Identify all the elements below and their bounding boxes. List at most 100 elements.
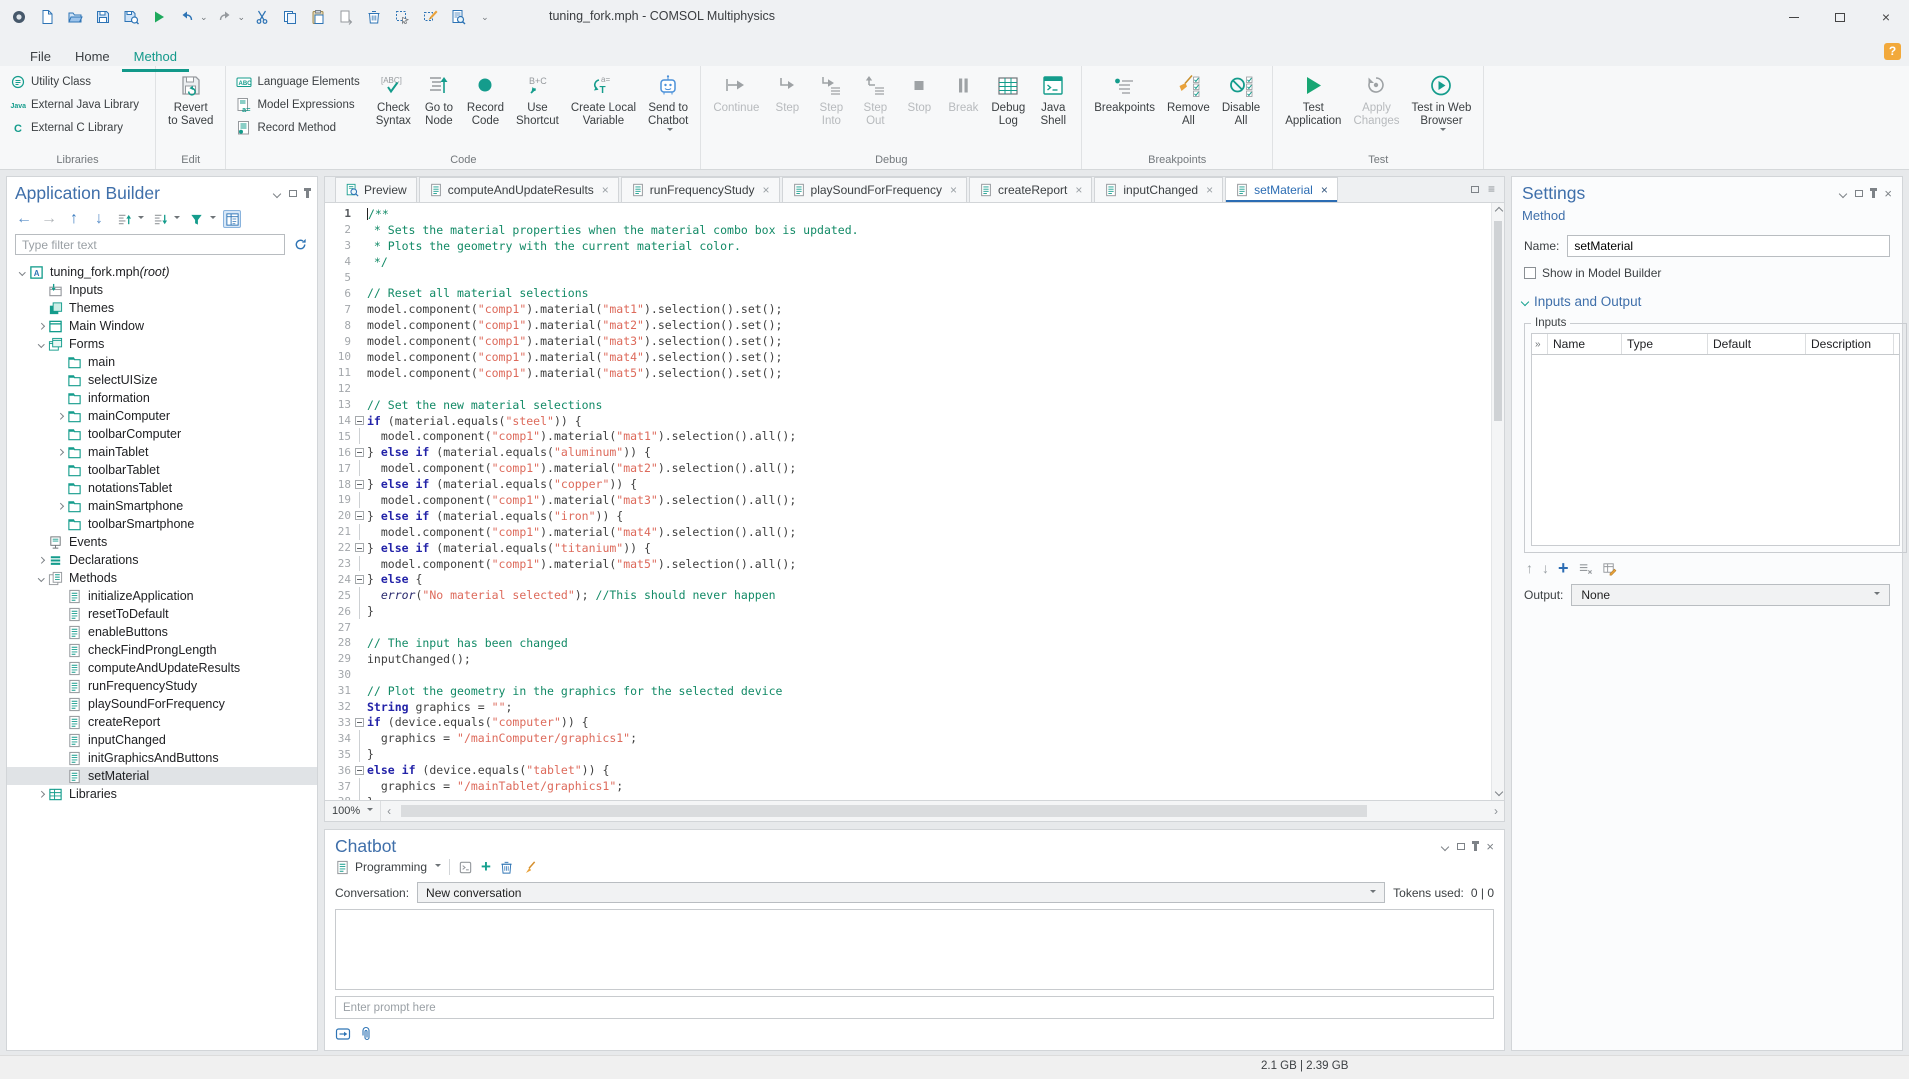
ribbon-button-remove-all[interactable]: Remove All <box>1161 71 1216 130</box>
fold-toggle-icon[interactable] <box>355 448 364 457</box>
fold-toggle-icon[interactable] <box>355 766 364 775</box>
ribbon-button-stop[interactable]: Stop <box>897 71 941 117</box>
ribbon-button-test-in-web-browser[interactable]: Test in Web Browser <box>1406 71 1478 136</box>
code-line[interactable]: 32String graphics = ""; <box>325 699 1491 715</box>
code-line[interactable]: 35} <box>325 746 1491 762</box>
tree-item-createreport[interactable]: createReport <box>7 713 317 731</box>
cut-icon[interactable] <box>251 6 273 28</box>
method-name-input[interactable] <box>1567 235 1890 257</box>
code-line[interactable]: 23 model.component("comp1").material("ma… <box>325 556 1491 572</box>
settings-close-icon[interactable]: × <box>1884 189 1892 199</box>
ribbon-button-record-code[interactable]: Record Code <box>461 71 510 130</box>
move-down-icon[interactable]: ↓ <box>90 210 108 228</box>
redo-dropdown-icon[interactable]: ⌄ <box>238 12 246 23</box>
minimize-button[interactable] <box>1771 0 1817 34</box>
code-line[interactable]: 22} else if (material.equals("titanium")… <box>325 540 1491 556</box>
save-icon[interactable] <box>92 6 114 28</box>
ribbon-button-disable-all[interactable]: Disable All <box>1216 71 1266 130</box>
code-line[interactable]: 30 <box>325 667 1491 683</box>
code-line[interactable]: 4 */ <box>325 254 1491 270</box>
maximize-button[interactable] <box>1817 0 1863 34</box>
vertical-scrollbar[interactable] <box>1491 203 1504 800</box>
tree-filter-input[interactable] <box>15 234 285 255</box>
highlight-selection-icon[interactable] <box>419 6 441 28</box>
tree-item-inputs[interactable]: Inputs <box>7 281 317 299</box>
tree-item-runfrequencystudy[interactable]: runFrequencyStudy <box>7 677 317 695</box>
delete-icon[interactable] <box>363 6 385 28</box>
tree-item-methods[interactable]: Methods <box>7 569 317 587</box>
show-all-toggle-icon[interactable] <box>223 210 241 228</box>
code-line[interactable]: 37 graphics = "/mainTablet/graphics1"; <box>325 778 1491 794</box>
chatbot-close-icon[interactable]: × <box>1486 842 1494 852</box>
tree-item-forms[interactable]: Forms <box>7 335 317 353</box>
ribbon-button-test-application[interactable]: Test Application <box>1279 71 1347 130</box>
fold-toggle-icon[interactable] <box>355 718 364 727</box>
ribbon-button-step-into[interactable]: Step Into <box>809 71 853 130</box>
expander-icon[interactable] <box>53 414 67 419</box>
tree-item-information[interactable]: information <box>7 389 317 407</box>
expander-icon[interactable] <box>53 450 67 455</box>
expander-icon[interactable] <box>15 270 29 275</box>
expander-icon[interactable] <box>34 792 48 797</box>
tree-item-libraries[interactable]: Libraries <box>7 785 317 803</box>
ribbon-button-external-java-library[interactable]: JavaExternal Java Library <box>6 94 143 115</box>
float-panel-icon[interactable] <box>289 190 297 197</box>
move-input-down-icon[interactable]: ↓ <box>1542 560 1549 576</box>
code-line[interactable]: 16} else if (material.equals("aluminum")… <box>325 444 1491 460</box>
undo-dropdown-icon[interactable]: ⌄ <box>200 12 208 23</box>
tree-item-resettodefault[interactable]: resetToDefault <box>7 605 317 623</box>
ribbon-button-java-shell[interactable]: Java Shell <box>1031 71 1075 130</box>
refresh-icon[interactable] <box>291 236 309 254</box>
menu-tab-method[interactable]: Method <box>122 43 189 72</box>
tree-item-declarations[interactable]: Declarations <box>7 551 317 569</box>
tree-item-playsoundforfrequency[interactable]: playSoundForFrequency <box>7 695 317 713</box>
code-line[interactable]: 7model.component("comp1").material("mat1… <box>325 301 1491 317</box>
code-line[interactable]: 24} else { <box>325 571 1491 587</box>
conversation-dropdown[interactable]: New conversation <box>417 882 1385 903</box>
code-line[interactable]: 15 model.component("comp1").material("ma… <box>325 428 1491 444</box>
inputs-and-output-section-header[interactable]: Inputs and Output <box>1512 280 1902 309</box>
ribbon-button-apply-changes[interactable]: Apply Changes <box>1347 71 1405 130</box>
ribbon-button-model-expressions[interactable]: a=Model Expressions <box>232 94 363 115</box>
editor-tab-setmaterial[interactable]: setMaterial× <box>1225 177 1338 202</box>
undo-icon[interactable] <box>176 6 198 28</box>
tree-item-initgraphicsandbuttons[interactable]: initGraphicsAndButtons <box>7 749 317 767</box>
tree-item-toolbartablet[interactable]: toolbarTablet <box>7 461 317 479</box>
tree-item-mainsmartphone[interactable]: mainSmartphone <box>7 497 317 515</box>
comsol-logo-icon[interactable] <box>8 6 30 28</box>
zoom-level-control[interactable]: 100% <box>325 801 381 821</box>
code-line[interactable]: 31// Plot the geometry in the graphics f… <box>325 683 1491 699</box>
filter-icon[interactable] <box>187 210 205 228</box>
editor-tab-runfrequencystudy[interactable]: runFrequencyStudy× <box>621 177 780 202</box>
add-input-icon[interactable]: + <box>1558 562 1569 574</box>
tree-item-events[interactable]: Events <box>7 533 317 551</box>
vertical-scrollbar-thumb[interactable] <box>1494 221 1502 421</box>
code-line[interactable]: 1/** <box>325 206 1491 222</box>
tree-item-toolbarsmartphone[interactable]: toolbarSmartphone <box>7 515 317 533</box>
close-tab-icon[interactable]: × <box>950 183 957 197</box>
code-line[interactable]: 2 * Sets the material properties when th… <box>325 222 1491 238</box>
code-line[interactable]: 29inputChanged(); <box>325 651 1491 667</box>
help-button[interactable]: ? <box>1884 43 1901 60</box>
code-line[interactable]: 11model.component("comp1").material("mat… <box>325 365 1491 381</box>
code-line[interactable]: 38} <box>325 794 1491 800</box>
code-line[interactable]: 6// Reset all material selections <box>325 285 1491 301</box>
close-button[interactable]: × <box>1863 0 1909 34</box>
code-line[interactable]: 26} <box>325 603 1491 619</box>
open-file-icon[interactable] <box>64 6 86 28</box>
expand-list-icon[interactable] <box>151 210 169 228</box>
duplicate-icon[interactable] <box>335 6 357 28</box>
ribbon-button-step[interactable]: Step <box>765 71 809 117</box>
pin-panel-icon[interactable] <box>306 190 309 198</box>
expander-icon[interactable] <box>34 576 48 581</box>
settings-pin-icon[interactable] <box>1872 190 1875 198</box>
output-dropdown[interactable]: None <box>1571 584 1890 606</box>
collapse-list-icon[interactable] <box>115 210 133 228</box>
delete-conversation-icon[interactable] <box>499 860 514 875</box>
ribbon-button-check-syntax[interactable]: [ABC]Check Syntax <box>370 71 417 130</box>
tree-item-notationstablet[interactable]: notationsTablet <box>7 479 317 497</box>
close-tab-icon[interactable]: × <box>1075 183 1082 197</box>
attach-file-icon[interactable] <box>358 1026 374 1042</box>
run-application-icon[interactable] <box>148 6 170 28</box>
delete-input-icon[interactable] <box>1578 561 1593 576</box>
